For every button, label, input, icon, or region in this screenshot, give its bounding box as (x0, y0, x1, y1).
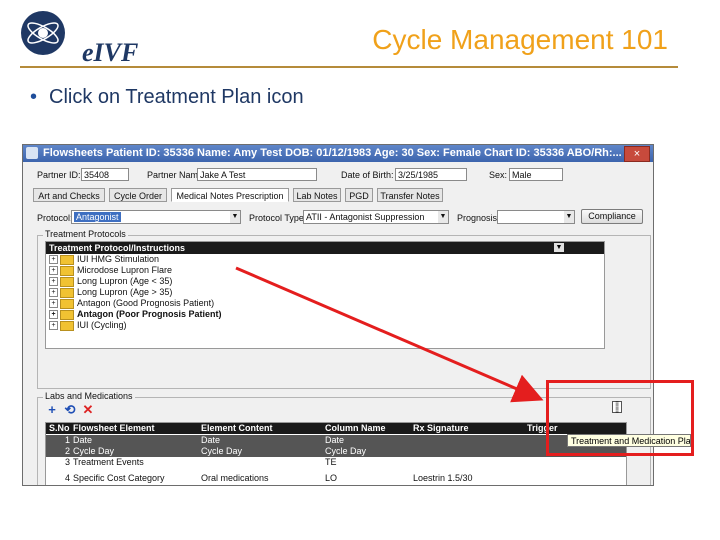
pointer-arrow-line (235, 266, 544, 403)
pointer-arrow (235, 266, 544, 403)
